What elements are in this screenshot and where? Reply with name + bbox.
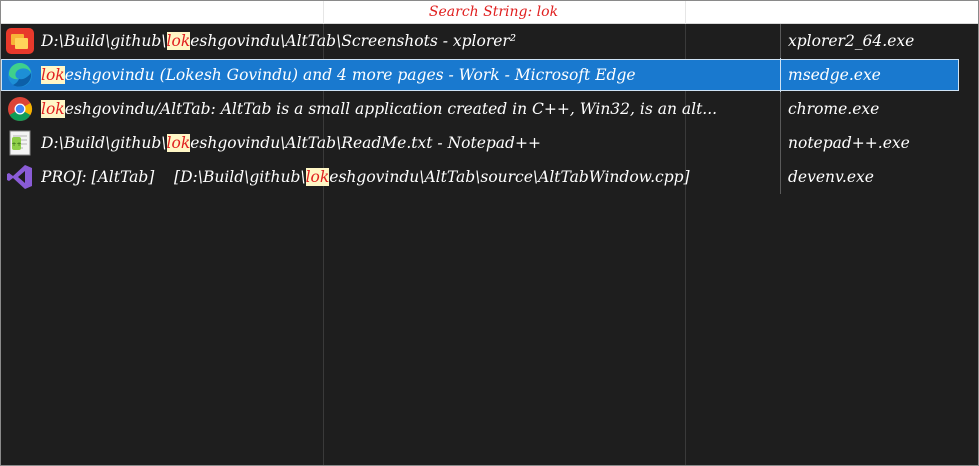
- match-highlight: lok: [305, 168, 330, 186]
- process-name: devenv.exe: [788, 168, 874, 186]
- match-highlight: lok: [41, 100, 65, 118]
- window-title: D:\Build\github\lokeshgovindu\AltTab\Rea…: [41, 133, 776, 153]
- search-bar: Search String: lok: [1, 1, 978, 24]
- process-divider: [780, 58, 781, 92]
- process-divider: [780, 92, 781, 126]
- window-row[interactable]: ++ D:\Build\github\lokeshgovindu\AltTab\…: [1, 126, 978, 160]
- window-row[interactable]: PROJ: [AltTab] [D:\Build\github\lokeshgo…: [1, 160, 978, 194]
- process-name: chrome.exe: [788, 100, 880, 118]
- notepadpp-icon: ++: [4, 129, 36, 157]
- title-suffix: eshgovindu\AltTab\source\AltTabWindow.cp…: [329, 168, 690, 186]
- window-title: lokeshgovindu/AltTab: AltTab is a small …: [41, 99, 776, 119]
- title-suffix: eshgovindu\AltTab\Screenshots - xplorer²: [190, 32, 517, 50]
- svg-text:++: ++: [11, 141, 21, 148]
- process-divider: [780, 24, 781, 58]
- match-highlight: lok: [166, 134, 191, 152]
- visual-studio-icon: [4, 163, 36, 191]
- window-row[interactable]: lokeshgovindu/AltTab: AltTab is a small …: [1, 92, 978, 126]
- title-suffix: eshgovindu/AltTab: AltTab is a small app…: [64, 100, 718, 118]
- alttab-window: Search String: lok D:\Build\github\lokes…: [0, 0, 979, 466]
- edge-icon: [4, 61, 36, 89]
- process-name: msedge.exe: [788, 66, 881, 84]
- title-prefix: PROJ: [AltTab] [D:\Build\github\: [41, 168, 306, 186]
- process-divider: [780, 126, 781, 160]
- window-title: lokeshgovindu (Lokesh Govindu) and 4 mor…: [41, 65, 776, 85]
- window-title: D:\Build\github\lokeshgovindu\AltTab\Scr…: [41, 31, 776, 51]
- title-prefix: D:\Build\github\: [41, 32, 167, 50]
- match-highlight: lok: [166, 32, 191, 50]
- window-title: PROJ: [AltTab] [D:\Build\github\lokeshgo…: [41, 167, 776, 187]
- process-name: notepad++.exe: [788, 134, 910, 152]
- process-divider: [780, 160, 781, 194]
- chrome-icon: [4, 95, 36, 123]
- match-highlight: lok: [41, 66, 65, 84]
- window-list: D:\Build\github\lokeshgovindu\AltTab\Scr…: [1, 24, 978, 194]
- title-prefix: D:\Build\github\: [41, 134, 167, 152]
- title-suffix: eshgovindu (Lokesh Govindu) and 4 more p…: [64, 66, 636, 84]
- window-row-selected[interactable]: lokeshgovindu (Lokesh Govindu) and 4 mor…: [1, 58, 978, 92]
- search-string-label: Search String: lok: [428, 4, 559, 20]
- title-suffix: eshgovindu\AltTab\ReadMe.txt - Notepad++: [190, 134, 541, 152]
- window-row[interactable]: D:\Build\github\lokeshgovindu\AltTab\Scr…: [1, 24, 978, 58]
- process-name: xplorer2_64.exe: [788, 32, 915, 50]
- xplorer2-icon: [4, 27, 36, 55]
